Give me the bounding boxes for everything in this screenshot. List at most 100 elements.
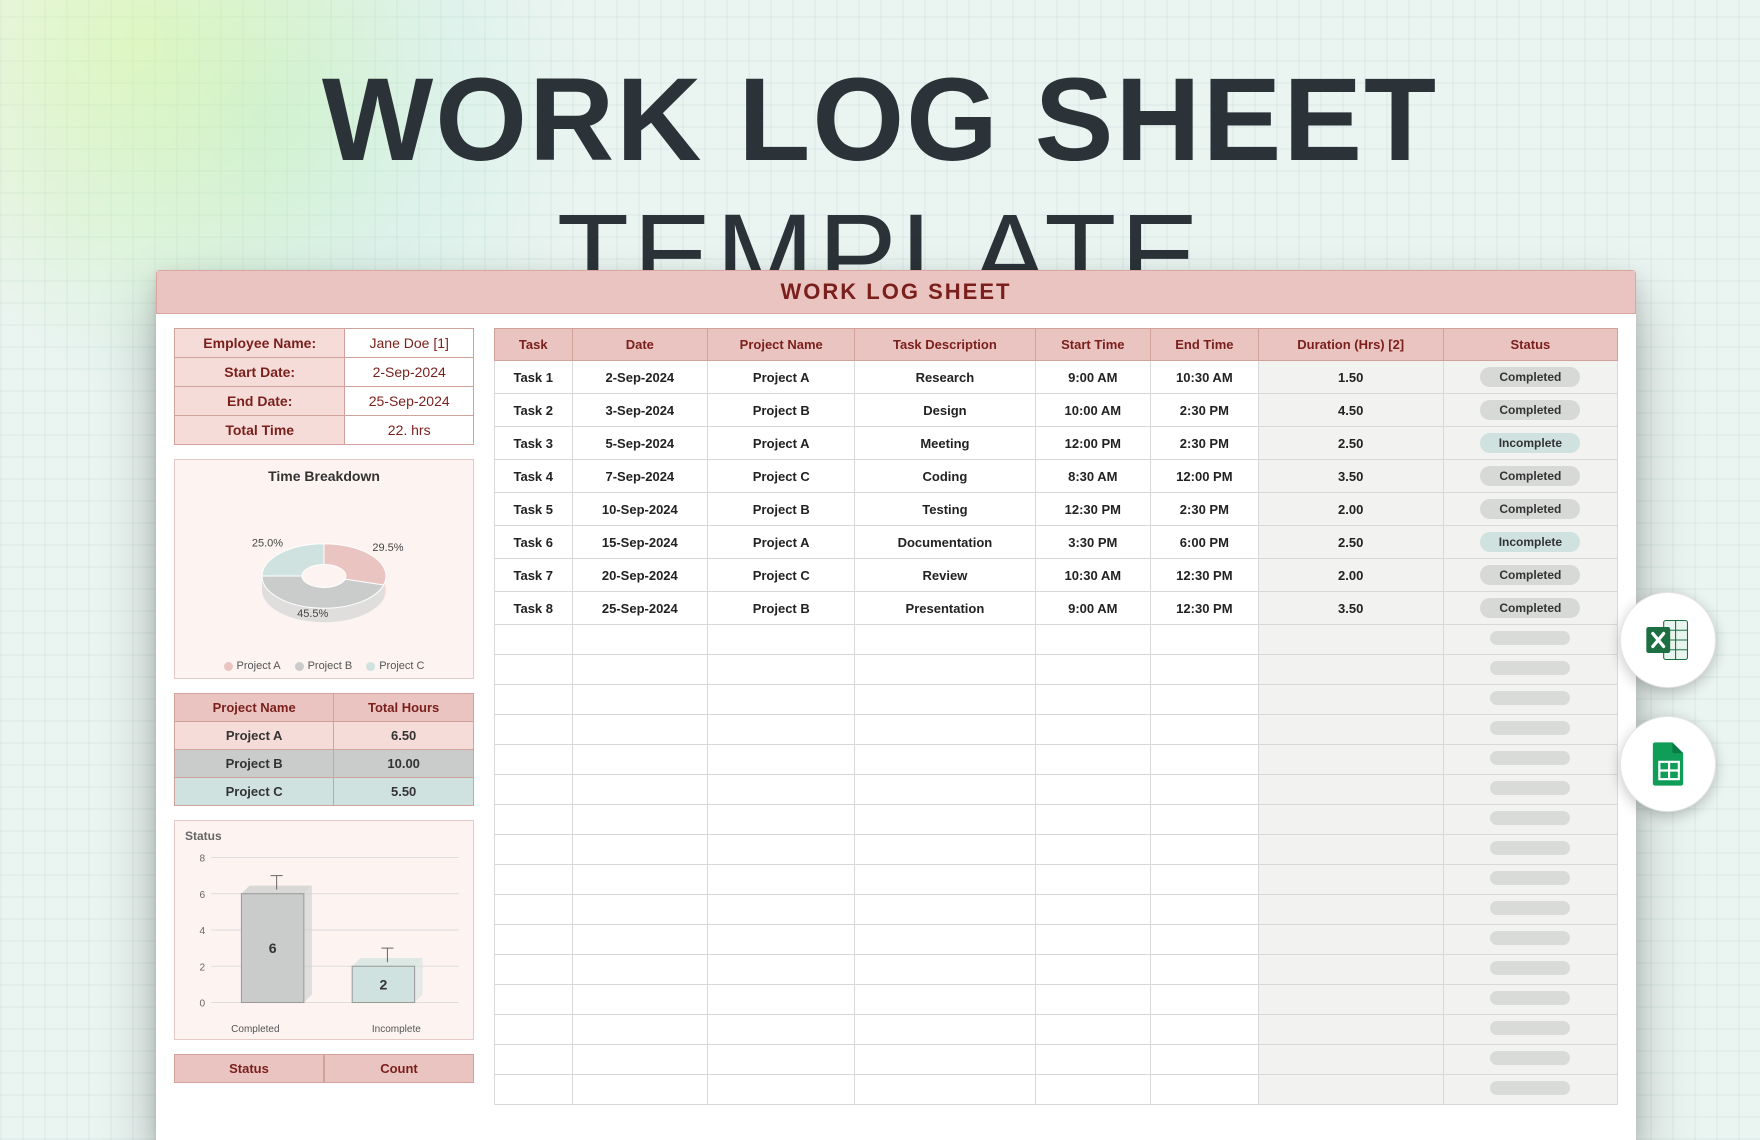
status-count-col-count: Count [324, 1054, 474, 1083]
cell-date: 15-Sep-2024 [572, 526, 708, 559]
table-row: Task 7 20-Sep-2024 Project C Review 10:3… [495, 559, 1618, 592]
table-row: Task 8 25-Sep-2024 Project B Presentatio… [495, 592, 1618, 625]
info-label: Employee Name: [175, 329, 345, 358]
status-pill: Completed [1480, 367, 1580, 387]
cell-desc: Presentation [855, 592, 1035, 625]
cell-date: 10-Sep-2024 [572, 493, 708, 526]
pie-label: 29.5% [372, 542, 403, 554]
bar-value: 2 [379, 976, 387, 992]
cell-duration: 2.50 [1258, 526, 1443, 559]
status-count-col-status: Status [174, 1054, 324, 1083]
table-row-empty [495, 985, 1618, 1015]
table-row-empty [495, 835, 1618, 865]
log-header: Start Time [1035, 329, 1151, 361]
cell-start: 10:00 AM [1035, 394, 1151, 427]
info-value: Jane Doe [1] [345, 329, 474, 358]
cell-desc: Review [855, 559, 1035, 592]
status-pill-empty [1490, 901, 1570, 915]
cell-duration: 4.50 [1258, 394, 1443, 427]
cell-start: 8:30 AM [1035, 460, 1151, 493]
cell-date: 2-Sep-2024 [572, 361, 708, 394]
cell-start: 12:30 PM [1035, 493, 1151, 526]
right-column: TaskDateProject NameTask DescriptionStar… [494, 328, 1618, 1140]
sheets-icon-button[interactable] [1620, 716, 1716, 812]
log-header: End Time [1151, 329, 1259, 361]
cell-desc: Design [855, 394, 1035, 427]
status-pill-empty [1490, 871, 1570, 885]
info-table: Employee Name:Jane Doe [1]Start Date:2-S… [174, 328, 474, 445]
cell-end: 12:30 PM [1151, 592, 1259, 625]
info-value: 22. hrs [345, 416, 474, 445]
status-pill-empty [1490, 841, 1570, 855]
legend-item: Project A [224, 660, 281, 672]
table-row-empty [495, 925, 1618, 955]
cell-date: 25-Sep-2024 [572, 592, 708, 625]
table-row-empty [495, 895, 1618, 925]
cell-status: Completed [1443, 493, 1617, 526]
cell-duration: 3.50 [1258, 592, 1443, 625]
cell-duration: 2.00 [1258, 493, 1443, 526]
proj-name: Project C [175, 778, 334, 806]
cell-task: Task 3 [495, 427, 573, 460]
status-count-header: Status Count [174, 1054, 474, 1083]
cell-task: Task 5 [495, 493, 573, 526]
excel-icon [1642, 614, 1694, 666]
bar-xlabel: Completed [231, 1024, 279, 1035]
cell-task: Task 2 [495, 394, 573, 427]
cell-status: Completed [1443, 361, 1617, 394]
status-pill-empty [1490, 1021, 1570, 1035]
cell-start: 9:00 AM [1035, 592, 1151, 625]
cell-end: 2:30 PM [1151, 394, 1259, 427]
table-row-empty [495, 775, 1618, 805]
info-value: 2-Sep-2024 [345, 358, 474, 387]
table-row-empty [495, 745, 1618, 775]
table-row-empty [495, 625, 1618, 655]
cell-task: Task 1 [495, 361, 573, 394]
cell-status: Completed [1443, 592, 1617, 625]
cell-task: Task 8 [495, 592, 573, 625]
cell-desc: Documentation [855, 526, 1035, 559]
cell-status: Incomplete [1443, 526, 1617, 559]
time-breakdown-title: Time Breakdown [181, 468, 467, 484]
info-label: Total Time [175, 416, 345, 445]
cell-duration: 3.50 [1258, 460, 1443, 493]
cell-date: 3-Sep-2024 [572, 394, 708, 427]
cell-end: 12:00 PM [1151, 460, 1259, 493]
cell-project: Project B [708, 493, 855, 526]
excel-icon-button[interactable] [1620, 592, 1716, 688]
cell-duration: 1.50 [1258, 361, 1443, 394]
cell-status: Incomplete [1443, 427, 1617, 460]
pie-chart-svg: 29.5% 45.5% 25.0% [219, 488, 429, 656]
log-header: Task [495, 329, 573, 361]
cell-end: 6:00 PM [1151, 526, 1259, 559]
cell-duration: 2.00 [1258, 559, 1443, 592]
status-pill: Completed [1480, 499, 1580, 519]
cell-project: Project A [708, 361, 855, 394]
table-row-empty [495, 715, 1618, 745]
table-row-empty [495, 685, 1618, 715]
status-pill-empty [1490, 991, 1570, 1005]
cell-start: 12:00 PM [1035, 427, 1151, 460]
cell-desc: Coding [855, 460, 1035, 493]
cell-date: 7-Sep-2024 [572, 460, 708, 493]
status-pill: Completed [1480, 466, 1580, 486]
project-totals-table: Project NameTotal Hours Project A6.50Pro… [174, 693, 474, 806]
table-row: Task 1 2-Sep-2024 Project A Research 9:0… [495, 361, 1618, 394]
time-breakdown-chart: Time Breakdown 29.5% 45.5% 25.0% Project A… [174, 459, 474, 679]
proj-header: Project Name [175, 694, 334, 722]
status-pill-empty [1490, 691, 1570, 705]
cell-desc: Testing [855, 493, 1035, 526]
table-row-empty [495, 955, 1618, 985]
cell-status: Completed [1443, 394, 1617, 427]
table-row-empty [495, 1015, 1618, 1045]
pie-label: 45.5% [297, 608, 328, 620]
ytick: 4 [200, 926, 206, 937]
table-row-empty [495, 1075, 1618, 1105]
cell-project: Project A [708, 427, 855, 460]
pie-label: 25.0% [252, 538, 283, 550]
ytick: 0 [200, 999, 206, 1010]
proj-hours: 6.50 [334, 722, 474, 750]
status-pill-empty [1490, 961, 1570, 975]
cell-end: 12:30 PM [1151, 559, 1259, 592]
status-pill-empty [1490, 721, 1570, 735]
